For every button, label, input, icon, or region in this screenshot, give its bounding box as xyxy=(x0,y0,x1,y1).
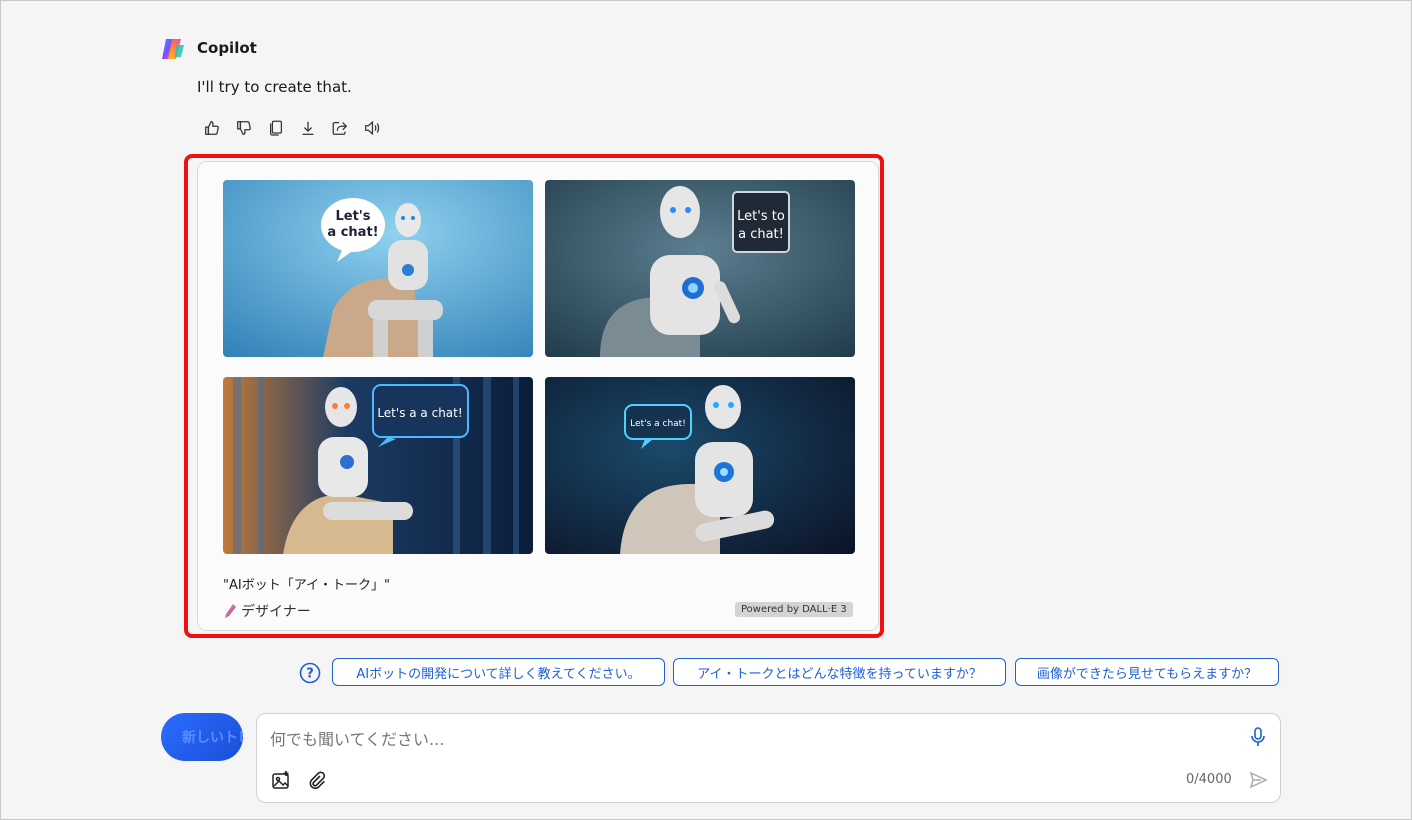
add-image-icon[interactable] xyxy=(271,770,291,790)
app-title: Copilot xyxy=(197,39,257,57)
svg-text:a chat!: a chat! xyxy=(327,225,378,240)
share-icon xyxy=(332,121,348,135)
robot-image: Let's a chat! xyxy=(223,180,533,357)
thumbs-up-icon xyxy=(205,121,219,135)
new-topic-label: 新しいトピック xyxy=(182,730,243,746)
image-caption: "AIボット「アイ・トーク」" xyxy=(223,578,391,593)
thumbs-down-button[interactable] xyxy=(234,118,254,138)
robot-image: Let's to a chat! xyxy=(545,180,855,357)
generated-image-2[interactable]: Let's to a chat! xyxy=(545,180,855,357)
designer-link[interactable]: デザイナー xyxy=(223,601,311,621)
robot-image: Let's a a chat! xyxy=(223,377,533,554)
svg-text:a chat!: a chat! xyxy=(738,227,784,242)
chat-input[interactable] xyxy=(270,727,1220,751)
attachment-icon[interactable] xyxy=(306,770,326,790)
generated-image-4[interactable]: Let's a chat! xyxy=(545,377,855,554)
svg-text:Let's: Let's xyxy=(335,209,370,224)
svg-text:Let's a chat!: Let's a chat! xyxy=(630,419,686,429)
copilot-logo-icon xyxy=(162,39,184,59)
suggestion-chip[interactable]: AIボットの開発について詳しく教えてください。 xyxy=(332,658,665,686)
suggestion-chip[interactable]: 画像ができたら見せてもらえますか？ xyxy=(1015,658,1279,686)
thumbs-up-button[interactable] xyxy=(202,118,222,138)
designer-label: デザイナー xyxy=(241,604,311,620)
copy-button[interactable] xyxy=(266,118,286,138)
thumbs-down-icon xyxy=(237,121,251,135)
suggestion-chip[interactable]: アイ・トークとはどんな特徴を持っていますか？ xyxy=(673,658,1006,686)
send-icon[interactable] xyxy=(1248,770,1268,790)
assistant-message: I'll try to create that. xyxy=(197,78,352,96)
generated-image-3[interactable]: Let's a a chat! xyxy=(223,377,533,554)
generated-image-1[interactable]: Let's a chat! xyxy=(223,180,533,357)
share-button[interactable] xyxy=(330,118,350,138)
read-aloud-button[interactable] xyxy=(362,118,382,138)
message-actions xyxy=(202,118,382,138)
character-counter: 0/4000 xyxy=(1186,772,1232,787)
download-icon xyxy=(302,121,314,135)
svg-text:?: ? xyxy=(306,667,314,682)
download-button[interactable] xyxy=(298,118,318,138)
svg-text:Let's to: Let's to xyxy=(737,209,785,224)
svg-text:Let's a a chat!: Let's a a chat! xyxy=(377,406,462,420)
microphone-icon[interactable] xyxy=(1248,726,1268,748)
help-icon[interactable]: ? xyxy=(299,662,321,684)
speaker-icon xyxy=(365,120,380,136)
new-topic-button[interactable]: 新しいトピック xyxy=(161,713,243,761)
robot-image: Let's a chat! xyxy=(545,377,855,554)
powered-by-badge: Powered by DALL·E 3 xyxy=(735,602,853,617)
designer-icon xyxy=(225,604,236,618)
copy-icon xyxy=(269,120,283,136)
